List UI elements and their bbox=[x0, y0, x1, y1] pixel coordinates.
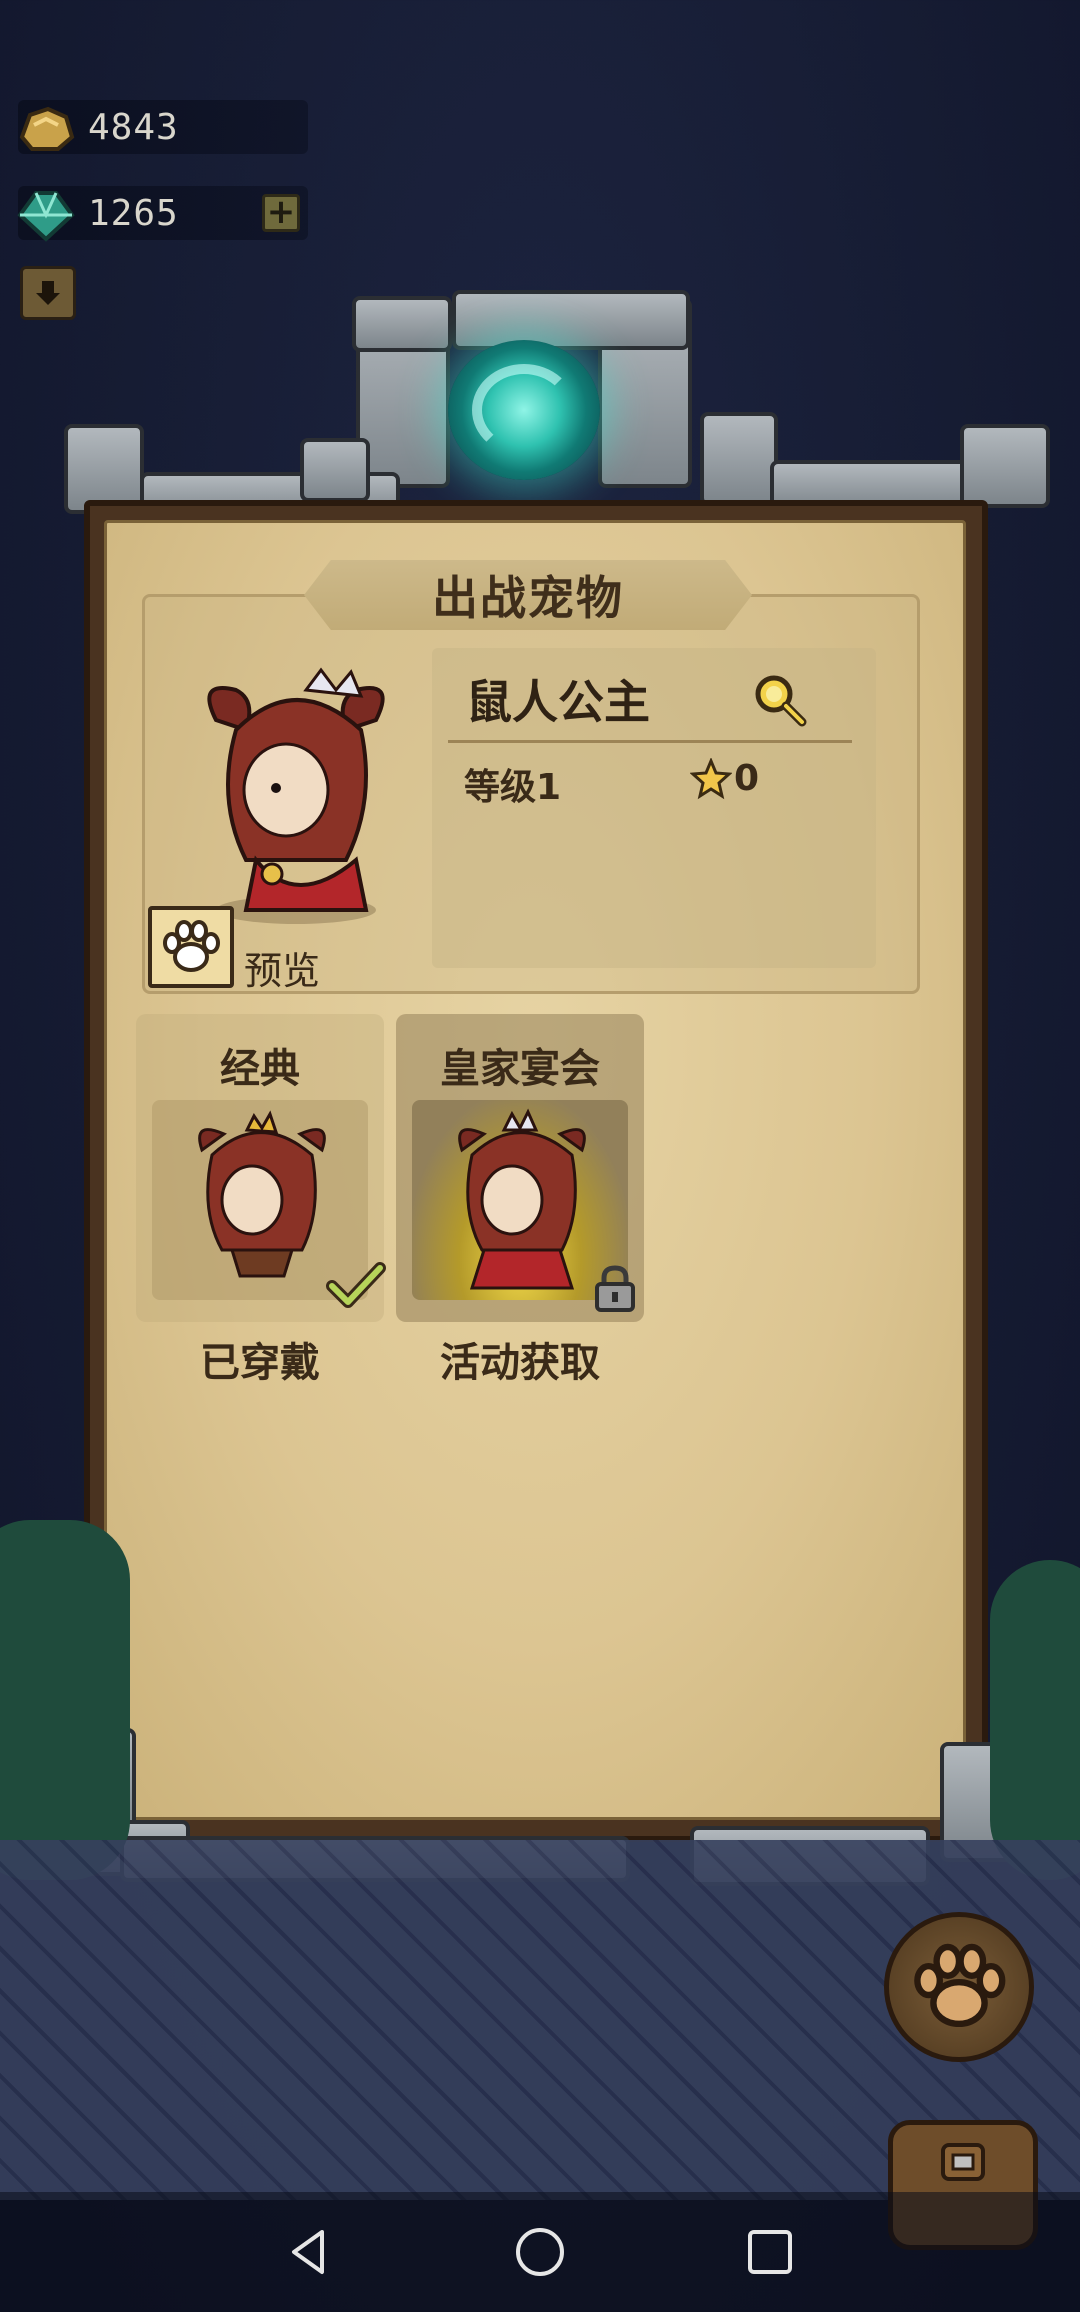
paw-icon bbox=[914, 1943, 1006, 2027]
pet-level: 等级1 bbox=[464, 767, 562, 808]
skin-card-royal-banquet[interactable]: 皇家宴会 bbox=[396, 1014, 644, 1322]
gem-value: 1265 bbox=[88, 192, 179, 234]
recents-icon[interactable] bbox=[742, 2224, 798, 2280]
skin-title: 皇家宴会 bbox=[440, 1046, 600, 1092]
swirl-portal-icon bbox=[448, 340, 600, 480]
skin-title: 经典 bbox=[220, 1046, 300, 1092]
arrow-down-icon bbox=[36, 281, 60, 305]
skin-status-classic: 已穿戴 bbox=[200, 1340, 320, 1386]
collapse-button[interactable] bbox=[20, 266, 76, 320]
panel-title-banner: 出战宠物 bbox=[304, 560, 752, 630]
home-icon[interactable] bbox=[512, 2224, 568, 2280]
magnifier-icon bbox=[755, 675, 807, 727]
panel-title: 出战宠物 bbox=[432, 571, 624, 625]
pet-star-count: 0 bbox=[734, 758, 760, 799]
skin-status-royal-banquet: 活动获取 bbox=[440, 1340, 600, 1386]
add-gems-button[interactable]: + bbox=[262, 194, 300, 232]
bush-left bbox=[0, 1520, 130, 1880]
stone-corner-tr bbox=[960, 424, 1050, 508]
bush-right bbox=[990, 1560, 1080, 1880]
gold-value: 4843 bbox=[88, 106, 179, 148]
stone-lintel bbox=[452, 290, 690, 350]
preview-button[interactable] bbox=[148, 906, 234, 988]
checkmark-icon bbox=[326, 1262, 386, 1308]
stone-top-left bbox=[352, 296, 452, 352]
stone-small-right bbox=[700, 412, 778, 506]
name-divider bbox=[448, 740, 852, 743]
star-icon bbox=[690, 758, 732, 800]
stone-small-left bbox=[300, 438, 370, 502]
gold-nugget-icon bbox=[19, 106, 75, 151]
paw-icon bbox=[163, 920, 220, 972]
pet-name: 鼠人公主 bbox=[466, 675, 650, 729]
pet-portrait bbox=[207, 667, 385, 924]
pet-menu-button[interactable] bbox=[884, 1912, 1034, 2062]
gold-counter: 4843 bbox=[18, 100, 308, 154]
back-icon[interactable] bbox=[282, 2224, 338, 2280]
gem-icon bbox=[17, 191, 75, 242]
gem-counter: 1265 + bbox=[17, 186, 308, 242]
lock-icon bbox=[595, 1265, 635, 1312]
skin-card-classic[interactable]: 经典 bbox=[136, 1014, 386, 1322]
preview-label: 预览 bbox=[244, 949, 321, 993]
pet-detail-button[interactable] bbox=[752, 672, 808, 728]
